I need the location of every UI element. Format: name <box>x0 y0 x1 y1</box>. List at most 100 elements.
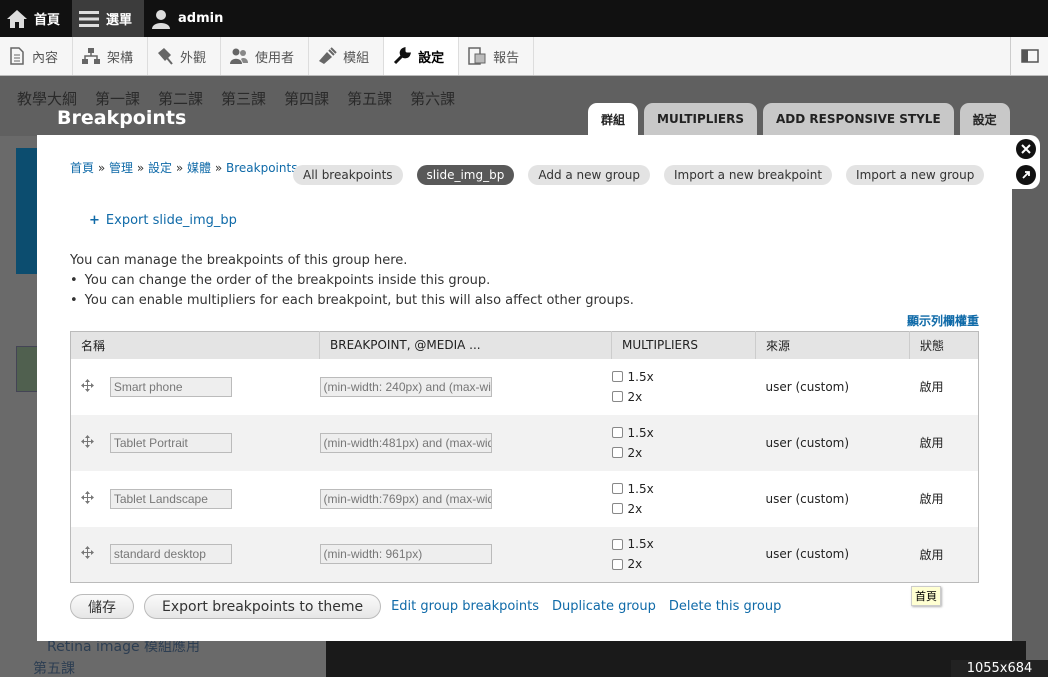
overlay-close-button[interactable] <box>1016 139 1036 159</box>
home-link[interactable]: 首頁 <box>0 0 72 37</box>
background-main-menu: 教學大綱 第一課 第二課 第三課 第四課 第五課 第六課 <box>17 88 455 109</box>
tray-tab-reports[interactable]: 報告 <box>459 37 535 75</box>
export-group-label: Export slide_img_bp <box>105 213 237 228</box>
multiplier-checkbox[interactable] <box>611 503 623 514</box>
sidebar-toggle-icon <box>1020 49 1039 63</box>
menu-item: 第四課 <box>284 90 330 108</box>
drag-handle-icon[interactable] <box>81 546 94 562</box>
tray-tab-configuration[interactable]: 設定 <box>384 37 460 75</box>
menu-item: 第三課 <box>221 90 267 108</box>
hamburger-icon <box>79 10 100 27</box>
tray-tab-structure[interactable]: 架構 <box>73 37 149 75</box>
breakpoint-media-input[interactable]: (min-width: 961px) <box>319 544 492 565</box>
form-actions: 儲存 Export breakpoints to theme Edit grou… <box>70 594 794 619</box>
breakpoints-table: 名稱 BREAKPOINT, @MEDIA ... MULTIPLIERS 來源… <box>70 331 979 583</box>
multiplier-checkbox[interactable] <box>611 558 623 570</box>
column-header-media: BREAKPOINT, @MEDIA ... <box>319 331 612 359</box>
name-cell: Smart phone <box>70 358 320 415</box>
duplicate-group-link[interactable]: Duplicate group <box>552 599 656 614</box>
breadcrumb-link[interactable]: Breakpoints <box>226 161 297 175</box>
pill-current-group[interactable]: slide_img_bp <box>416 165 515 185</box>
media-cell: (min-width:769px) and (max-width:960px) <box>319 470 612 527</box>
document-icon <box>10 47 24 65</box>
multiplier-option[interactable]: 1.5x <box>611 367 756 387</box>
menu-toggle[interactable]: 選單 <box>72 0 145 37</box>
drag-handle-icon[interactable] <box>81 490 94 507</box>
tray-tab-people[interactable]: 使用者 <box>221 37 310 75</box>
multiplier-label: 2x <box>627 389 643 404</box>
table-header-row: 名稱 BREAKPOINT, @MEDIA ... MULTIPLIERS 來源… <box>70 331 979 359</box>
tray-tab-modules[interactable]: 模組 <box>309 37 385 75</box>
pill-import-breakpoint[interactable]: Import a new breakpoint <box>664 165 833 185</box>
tray-tab-label: 模組 <box>343 50 370 66</box>
breakpoint-media-input[interactable]: (min-width: 240px) and (max-width: 480px… <box>319 376 492 397</box>
overlay-controls <box>1012 135 1040 189</box>
background-text: 第五課 <box>33 661 75 677</box>
plus-icon: + <box>89 213 100 228</box>
multiplier-checkbox[interactable] <box>611 391 623 402</box>
multiplier-option[interactable]: 1.5x <box>611 423 756 443</box>
breakpoint-media-input[interactable]: (min-width:481px) and (max-width:768px) <box>319 432 492 453</box>
tab-multipliers[interactable]: MULTIPLIERS <box>644 103 757 135</box>
breadcrumb-link[interactable]: 首頁 <box>70 161 94 175</box>
breadcrumb-link[interactable]: 媒體 <box>187 161 211 175</box>
breakpoint-media-input[interactable]: (min-width:769px) and (max-width:960px) <box>319 488 492 509</box>
export-theme-button[interactable]: Export breakpoints to theme <box>144 594 382 619</box>
multiplier-checkbox[interactable] <box>611 538 623 550</box>
column-header-status: 狀態 <box>909 331 979 359</box>
multiplier-label: 1.5x <box>627 425 654 440</box>
pill-all-breakpoints[interactable]: All breakpoints <box>293 165 403 185</box>
pill-add-group[interactable]: Add a new group <box>528 165 651 185</box>
breakpoint-name-input[interactable]: Tablet Landscape <box>109 488 232 509</box>
group-pills: All breakpoints slide_img_bp Add a new g… <box>293 165 985 185</box>
multipliers-cell: 1.5x 2x <box>611 414 756 471</box>
multiplier-option[interactable]: 2x <box>611 499 756 519</box>
user-link[interactable]: admin <box>144 0 235 37</box>
multiplier-checkbox[interactable] <box>611 447 623 458</box>
status-cell: 啟用 <box>909 470 979 527</box>
multiplier-option[interactable]: 1.5x <box>611 534 756 554</box>
tab-settings[interactable]: 設定 <box>959 103 1010 135</box>
drag-handle-icon[interactable] <box>81 434 94 451</box>
multiplier-option[interactable]: 2x <box>611 387 756 407</box>
table-row: Smart phone (min-width: 240px) and (max-… <box>70 358 979 415</box>
breadcrumb-link[interactable]: 設定 <box>148 161 172 175</box>
show-row-weights-link[interactable]: 顯示列欄權重 <box>907 312 979 329</box>
menu-item: 第五課 <box>347 90 393 108</box>
tray-tab-label: 設定 <box>418 50 445 66</box>
multiplier-option[interactable]: 2x <box>611 443 756 463</box>
tray-tab-label: 內容 <box>32 50 59 66</box>
edit-group-link[interactable]: Edit group breakpoints <box>391 599 539 614</box>
tray-orientation-toggle[interactable] <box>1010 37 1048 75</box>
export-group-link[interactable]: + Export slide_img_bp <box>89 213 237 228</box>
drag-handle-icon[interactable] <box>81 378 94 395</box>
breadcrumb: 首頁 » 管理 » 設定 » 媒體 » Breakpoints <box>70 161 298 175</box>
pill-import-group[interactable]: Import a new group <box>846 165 985 185</box>
intro-bullet: You can enable multipliers for each brea… <box>70 291 634 311</box>
breakpoint-name-input[interactable]: Smart phone <box>109 376 232 397</box>
intro-list: You can change the order of the breakpoi… <box>70 271 634 311</box>
home-label: 首頁 <box>34 13 61 28</box>
multiplier-option[interactable]: 1.5x <box>611 479 756 499</box>
menu-item: 第二課 <box>158 90 204 108</box>
sitemap-icon <box>82 48 101 64</box>
breakpoint-name-input[interactable]: standard desktop <box>109 544 232 565</box>
delete-group-link[interactable]: Delete this group <box>669 599 781 614</box>
tray-tab-label: 使用者 <box>255 50 295 66</box>
multiplier-checkbox[interactable] <box>611 483 623 494</box>
breakpoint-name-input[interactable]: Tablet Portrait <box>109 432 232 453</box>
multipliers-cell: 1.5x 2x <box>611 358 756 415</box>
menu-label: 選單 <box>106 13 133 28</box>
tray-tab-content[interactable]: 內容 <box>0 37 74 75</box>
multiplier-option[interactable]: 2x <box>611 554 756 574</box>
save-button[interactable]: 儲存 <box>70 594 134 619</box>
status-cell: 啟用 <box>909 358 979 415</box>
table-row: standard desktop (min-width: 961px) 1.5x… <box>70 526 979 583</box>
tab-add-responsive-style[interactable]: ADD RESPONSIVE STYLE <box>763 103 954 135</box>
breadcrumb-link[interactable]: 管理 <box>109 161 133 175</box>
overlay-external-link-button[interactable] <box>1016 165 1036 185</box>
tab-groups[interactable]: 群組 <box>588 103 639 135</box>
multiplier-checkbox[interactable] <box>611 371 623 382</box>
multiplier-checkbox[interactable] <box>611 427 623 438</box>
tray-tab-appearance[interactable]: 外觀 <box>148 37 222 75</box>
